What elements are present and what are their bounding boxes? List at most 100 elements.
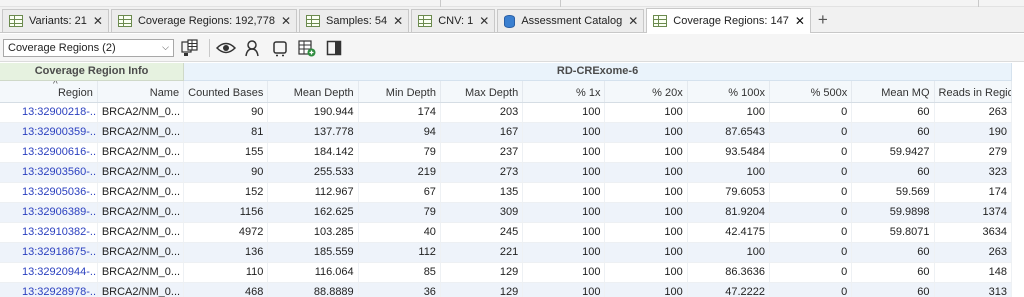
table-cell: 60 bbox=[851, 282, 935, 297]
bookmark-icon[interactable] bbox=[269, 37, 291, 59]
tab-label: Samples: 54 bbox=[326, 15, 388, 27]
table-cell: 110 bbox=[183, 262, 269, 283]
table-cell: 263 bbox=[934, 242, 1013, 263]
table-cell: 85 bbox=[358, 262, 441, 283]
table-row[interactable]: 13:32900218-... BRCA2/NM_0... 90 190.944 174… bbox=[0, 102, 1013, 123]
column-header-mean-depth[interactable]: Mean Depth bbox=[267, 80, 359, 103]
view-select[interactable]: Coverage Regions (2) ⌵ bbox=[3, 38, 174, 57]
column-header-100x[interactable]: % 100x bbox=[687, 80, 771, 103]
tab-5[interactable]: Coverage Regions: 147 ✕ bbox=[646, 8, 811, 33]
region-link[interactable]: 13:32910382-... bbox=[0, 222, 98, 243]
table-cell: 36 bbox=[358, 282, 441, 297]
table-cell: 255.533 bbox=[267, 162, 359, 183]
region-link[interactable]: 13:32918675-... bbox=[0, 242, 98, 263]
tab-0[interactable]: Variants: 21 ✕ bbox=[2, 9, 109, 32]
group-header-info: Coverage Region Info bbox=[0, 63, 185, 81]
table-cell: 1156 bbox=[183, 202, 269, 223]
table-row[interactable]: 13:32905036-... BRCA2/NM_0... 152 112.967 67… bbox=[0, 182, 1013, 203]
group-header-sample: RD-CRExome-6 bbox=[183, 63, 1012, 81]
column-header-max-depth[interactable]: Max Depth bbox=[440, 80, 524, 103]
table-cell: 279 bbox=[934, 142, 1013, 163]
gene-name-cell: BRCA2/NM_0... bbox=[97, 202, 185, 223]
table-row[interactable]: 13:32903560-... BRCA2/NM_0... 90 255.533 219… bbox=[0, 162, 1013, 183]
region-link[interactable]: 13:32906389-... bbox=[0, 202, 98, 223]
tab-4[interactable]: Assessment Catalog ✕ bbox=[497, 9, 645, 32]
database-icon bbox=[504, 14, 516, 28]
region-link[interactable]: 13:32903560-... bbox=[0, 162, 98, 183]
gene-name-cell: BRCA2/NM_0... bbox=[97, 262, 185, 283]
layout-grid-icon[interactable] bbox=[179, 37, 201, 59]
table-cell: 0 bbox=[769, 122, 853, 143]
new-tab-button[interactable]: + bbox=[818, 11, 828, 28]
column-header-label: % 500x bbox=[810, 86, 848, 99]
table-cell: 174 bbox=[358, 102, 441, 123]
tab-3[interactable]: CNV: 1 ✕ bbox=[411, 9, 496, 32]
table-cell: 60 bbox=[851, 242, 935, 263]
close-icon[interactable]: ✕ bbox=[93, 15, 103, 27]
table-cell: 59.569 bbox=[851, 182, 935, 203]
column-header-1x[interactable]: % 1x bbox=[522, 80, 606, 103]
chevron-down-icon: ⌵ bbox=[162, 42, 169, 52]
table-cell: 81 bbox=[183, 122, 269, 143]
table-cell: 129 bbox=[440, 262, 524, 283]
gene-name-cell: BRCA2/NM_0... bbox=[97, 142, 185, 163]
region-link[interactable]: 13:32900359-... bbox=[0, 122, 98, 143]
tab-1[interactable]: Coverage Regions: 192,778 ✕ bbox=[110, 9, 297, 32]
region-link[interactable]: 13:32920944-... bbox=[0, 262, 98, 283]
table-cell: 100 bbox=[604, 202, 688, 223]
close-icon[interactable]: ✕ bbox=[795, 15, 805, 27]
table-row[interactable]: 13:32900616-... BRCA2/NM_0... 155 184.142 79… bbox=[0, 142, 1013, 163]
column-header-label: Mean Depth bbox=[293, 86, 354, 99]
table-row[interactable]: 13:32928978-... BRCA2/NM_0... 468 88.8889 36… bbox=[0, 282, 1013, 297]
table-cell: 112 bbox=[358, 242, 441, 263]
tab-2[interactable]: Samples: 54 ✕ bbox=[299, 9, 410, 32]
column-header-min-depth[interactable]: Min Depth bbox=[358, 80, 441, 103]
table-cell: 100 bbox=[522, 162, 606, 183]
close-icon[interactable]: ✕ bbox=[281, 15, 291, 27]
panel-toggle-icon[interactable] bbox=[323, 37, 345, 59]
table-cell: 137.778 bbox=[267, 122, 359, 143]
column-header-reads-in-region[interactable]: Reads in Region bbox=[934, 80, 1013, 103]
region-link[interactable]: 13:32900616-... bbox=[0, 142, 98, 163]
table-cell: 79 bbox=[358, 142, 441, 163]
close-icon[interactable]: ✕ bbox=[479, 15, 489, 27]
column-header-region[interactable]: ^ Region bbox=[0, 80, 98, 103]
toolbar: Coverage Regions (2) ⌵ bbox=[0, 34, 1024, 62]
table-cell: 100 bbox=[604, 122, 688, 143]
table-cell: 167 bbox=[440, 122, 524, 143]
table-cell: 60 bbox=[851, 102, 935, 123]
table-row[interactable]: 13:32920944-... BRCA2/NM_0... 110 116.064 85… bbox=[0, 262, 1013, 283]
tab-label: Coverage Regions: 147 bbox=[673, 15, 789, 27]
table-row[interactable]: 13:32918675-... BRCA2/NM_0... 136 185.559 11… bbox=[0, 242, 1013, 263]
tab-label: Variants: 21 bbox=[29, 15, 87, 27]
table-row[interactable]: 13:32906389-... BRCA2/NM_0... 1156 162.625 7… bbox=[0, 202, 1013, 223]
table-cell: 100 bbox=[522, 262, 606, 283]
region-link[interactable]: 13:32900218-... bbox=[0, 102, 98, 123]
column-header-20x[interactable]: % 20x bbox=[604, 80, 688, 103]
column-header-mean-mq[interactable]: Mean MQ bbox=[851, 80, 935, 103]
eye-icon[interactable] bbox=[215, 37, 237, 59]
grid-icon bbox=[306, 15, 320, 27]
table-cell: 79 bbox=[358, 202, 441, 223]
table-cell: 174 bbox=[934, 182, 1013, 203]
close-icon[interactable]: ✕ bbox=[628, 15, 638, 27]
table-cell: 313 bbox=[934, 282, 1013, 297]
region-link[interactable]: 13:32905036-... bbox=[0, 182, 98, 203]
column-header-name[interactable]: Name bbox=[97, 80, 185, 103]
column-header-counted-bases[interactable]: Counted Bases bbox=[183, 80, 269, 103]
table-cell: 190 bbox=[934, 122, 1013, 143]
table-cell: 0 bbox=[769, 182, 853, 203]
user-search-icon[interactable] bbox=[242, 37, 264, 59]
table-cell: 59.8071 bbox=[851, 222, 935, 243]
table-cell: 79.6053 bbox=[687, 182, 771, 203]
gene-name-cell: BRCA2/NM_0... bbox=[97, 242, 185, 263]
table-row[interactable]: 13:32910382-... BRCA2/NM_0... 4972 103.285 4… bbox=[0, 222, 1013, 243]
table-row[interactable]: 13:32900359-... BRCA2/NM_0... 81 137.778 94 1… bbox=[0, 122, 1013, 143]
table-cell: 81.9204 bbox=[687, 202, 771, 223]
close-icon[interactable]: ✕ bbox=[393, 15, 403, 27]
export-table-icon[interactable] bbox=[296, 37, 318, 59]
region-link[interactable]: 13:32928978-... bbox=[0, 282, 98, 297]
column-header-500x[interactable]: % 500x bbox=[769, 80, 853, 103]
table-cell: 100 bbox=[522, 222, 606, 243]
table-cell: 59.9427 bbox=[851, 142, 935, 163]
